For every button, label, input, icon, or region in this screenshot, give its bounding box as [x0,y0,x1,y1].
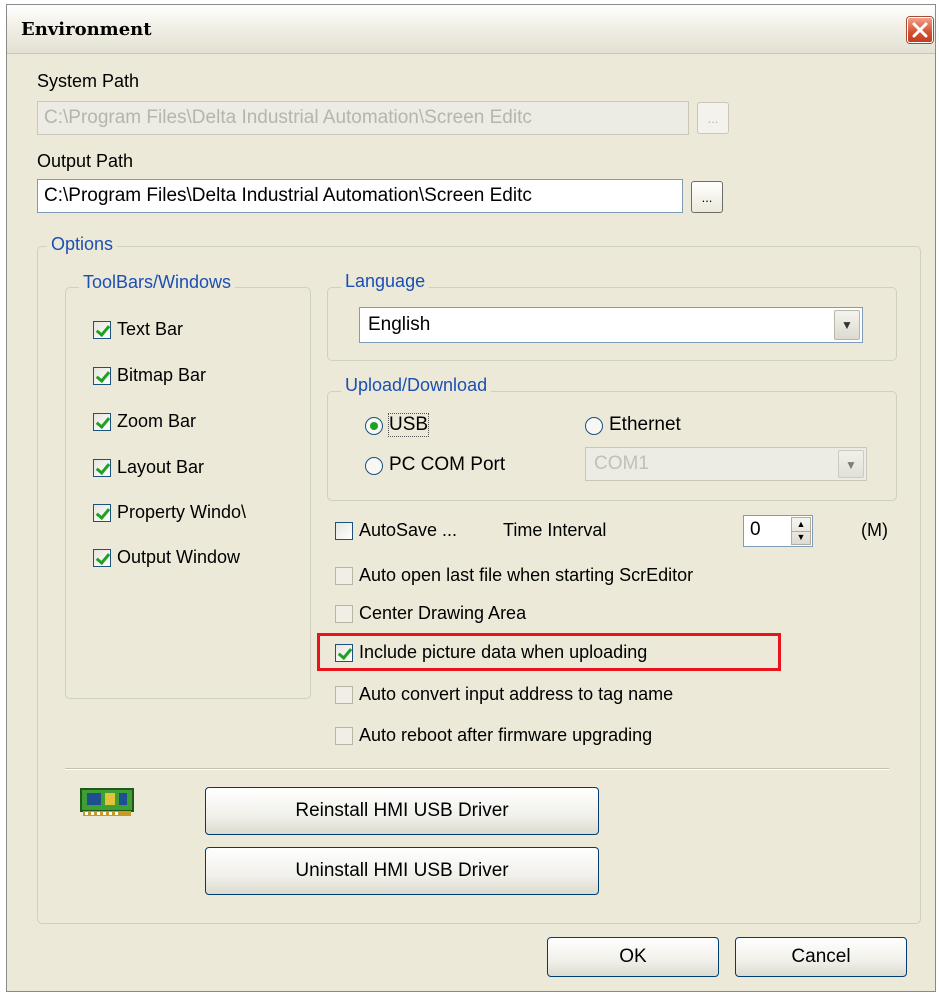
dialog-title: Environment [21,19,152,40]
checkbox-box[interactable] [93,321,111,339]
options-group-title: Options [47,234,118,255]
checkbox-box[interactable] [93,413,111,431]
checkbox-box[interactable] [335,644,353,662]
checkbox-label: Center Drawing Area [359,603,527,623]
close-icon [912,22,928,38]
spin-up-icon[interactable]: ▲ [792,518,810,532]
checkbox-box[interactable] [93,367,111,385]
language-group-title: Language [341,271,430,292]
spin-down-icon[interactable]: ▼ [792,531,810,544]
pc-com-port-radio-label[interactable]: PC COM Port [389,454,505,476]
ethernet-radio[interactable] [585,417,603,435]
checkbox-label: Output Window [117,547,241,567]
com-port-value: COM1 [594,453,649,474]
checkbox-label: Auto reboot after firmware upgrading [359,725,653,745]
close-button[interactable] [907,17,933,43]
checkbox-box[interactable] [335,605,353,623]
upload-download-group-title: Upload/Download [341,375,492,396]
checkbox-label: Auto convert input address to tag name [359,684,674,704]
language-selected-value: English [368,314,431,335]
cancel-button[interactable]: Cancel [735,937,907,977]
time-interval-spinner[interactable]: 0 ▲ ▼ [743,515,813,547]
chevron-down-icon[interactable]: ▼ [834,310,860,340]
checkbox-box[interactable] [335,727,353,745]
output-path-label: Output Path [37,151,134,171]
pc-com-port-radio[interactable] [365,457,383,475]
time-interval-unit: (M) [861,520,888,540]
checkbox-label: Zoom Bar [117,411,197,431]
time-interval-value: 0 [750,519,761,540]
checkbox-box[interactable] [335,567,353,585]
toolbars-group [65,287,311,699]
checkbox-label: Property Windo\ [117,502,247,522]
checkbox-box[interactable] [93,459,111,477]
toolbars-group-title: ToolBars/Windows [79,272,236,293]
checkbox-box[interactable] [335,522,353,540]
autosave-label: AutoSave ... [359,520,458,540]
system-path-browse-button: ... [697,102,729,134]
checkbox-label: Include picture data when uploading [359,642,648,662]
checkbox-box[interactable] [335,686,353,704]
output-path-field[interactable]: C:\Program Files\Delta Industrial Automa… [37,179,683,213]
system-path-label: System Path [37,71,140,91]
checkbox-box[interactable] [93,549,111,567]
time-interval-label: Time Interval [503,520,607,540]
usb-radio[interactable] [365,417,383,435]
checkbox-label: Bitmap Bar [117,365,207,385]
environment-dialog: Environment System Path C:\Program Files… [6,4,936,992]
usb-radio-label[interactable]: USB [387,413,430,437]
ethernet-radio-label[interactable]: Ethernet [609,414,681,436]
output-path-browse-button[interactable]: ... [691,181,723,213]
system-path-field: C:\Program Files\Delta Industrial Automa… [37,101,689,135]
options-divider [65,768,889,770]
chevron-down-icon: ▼ [838,450,864,478]
reinstall-usb-driver-button[interactable]: Reinstall HMI USB Driver [205,787,599,835]
spinner-buttons[interactable]: ▲ ▼ [791,517,811,545]
checkbox-label: Text Bar [117,319,184,339]
language-select[interactable]: English ▼ [359,307,863,343]
checkbox-label: Layout Bar [117,457,205,477]
checkbox-box[interactable] [93,504,111,522]
checkbox-label: Auto open last file when starting ScrEdi… [359,565,694,585]
uninstall-usb-driver-button[interactable]: Uninstall HMI USB Driver [205,847,599,895]
usb-board-icon [80,788,134,816]
upload-download-group [327,391,897,501]
ok-button[interactable]: OK [547,937,719,977]
property-window-checkbox[interactable]: Property Windo\ [93,502,293,528]
title-bar[interactable]: Environment [7,5,935,54]
com-port-select: COM1 ▼ [585,447,867,481]
